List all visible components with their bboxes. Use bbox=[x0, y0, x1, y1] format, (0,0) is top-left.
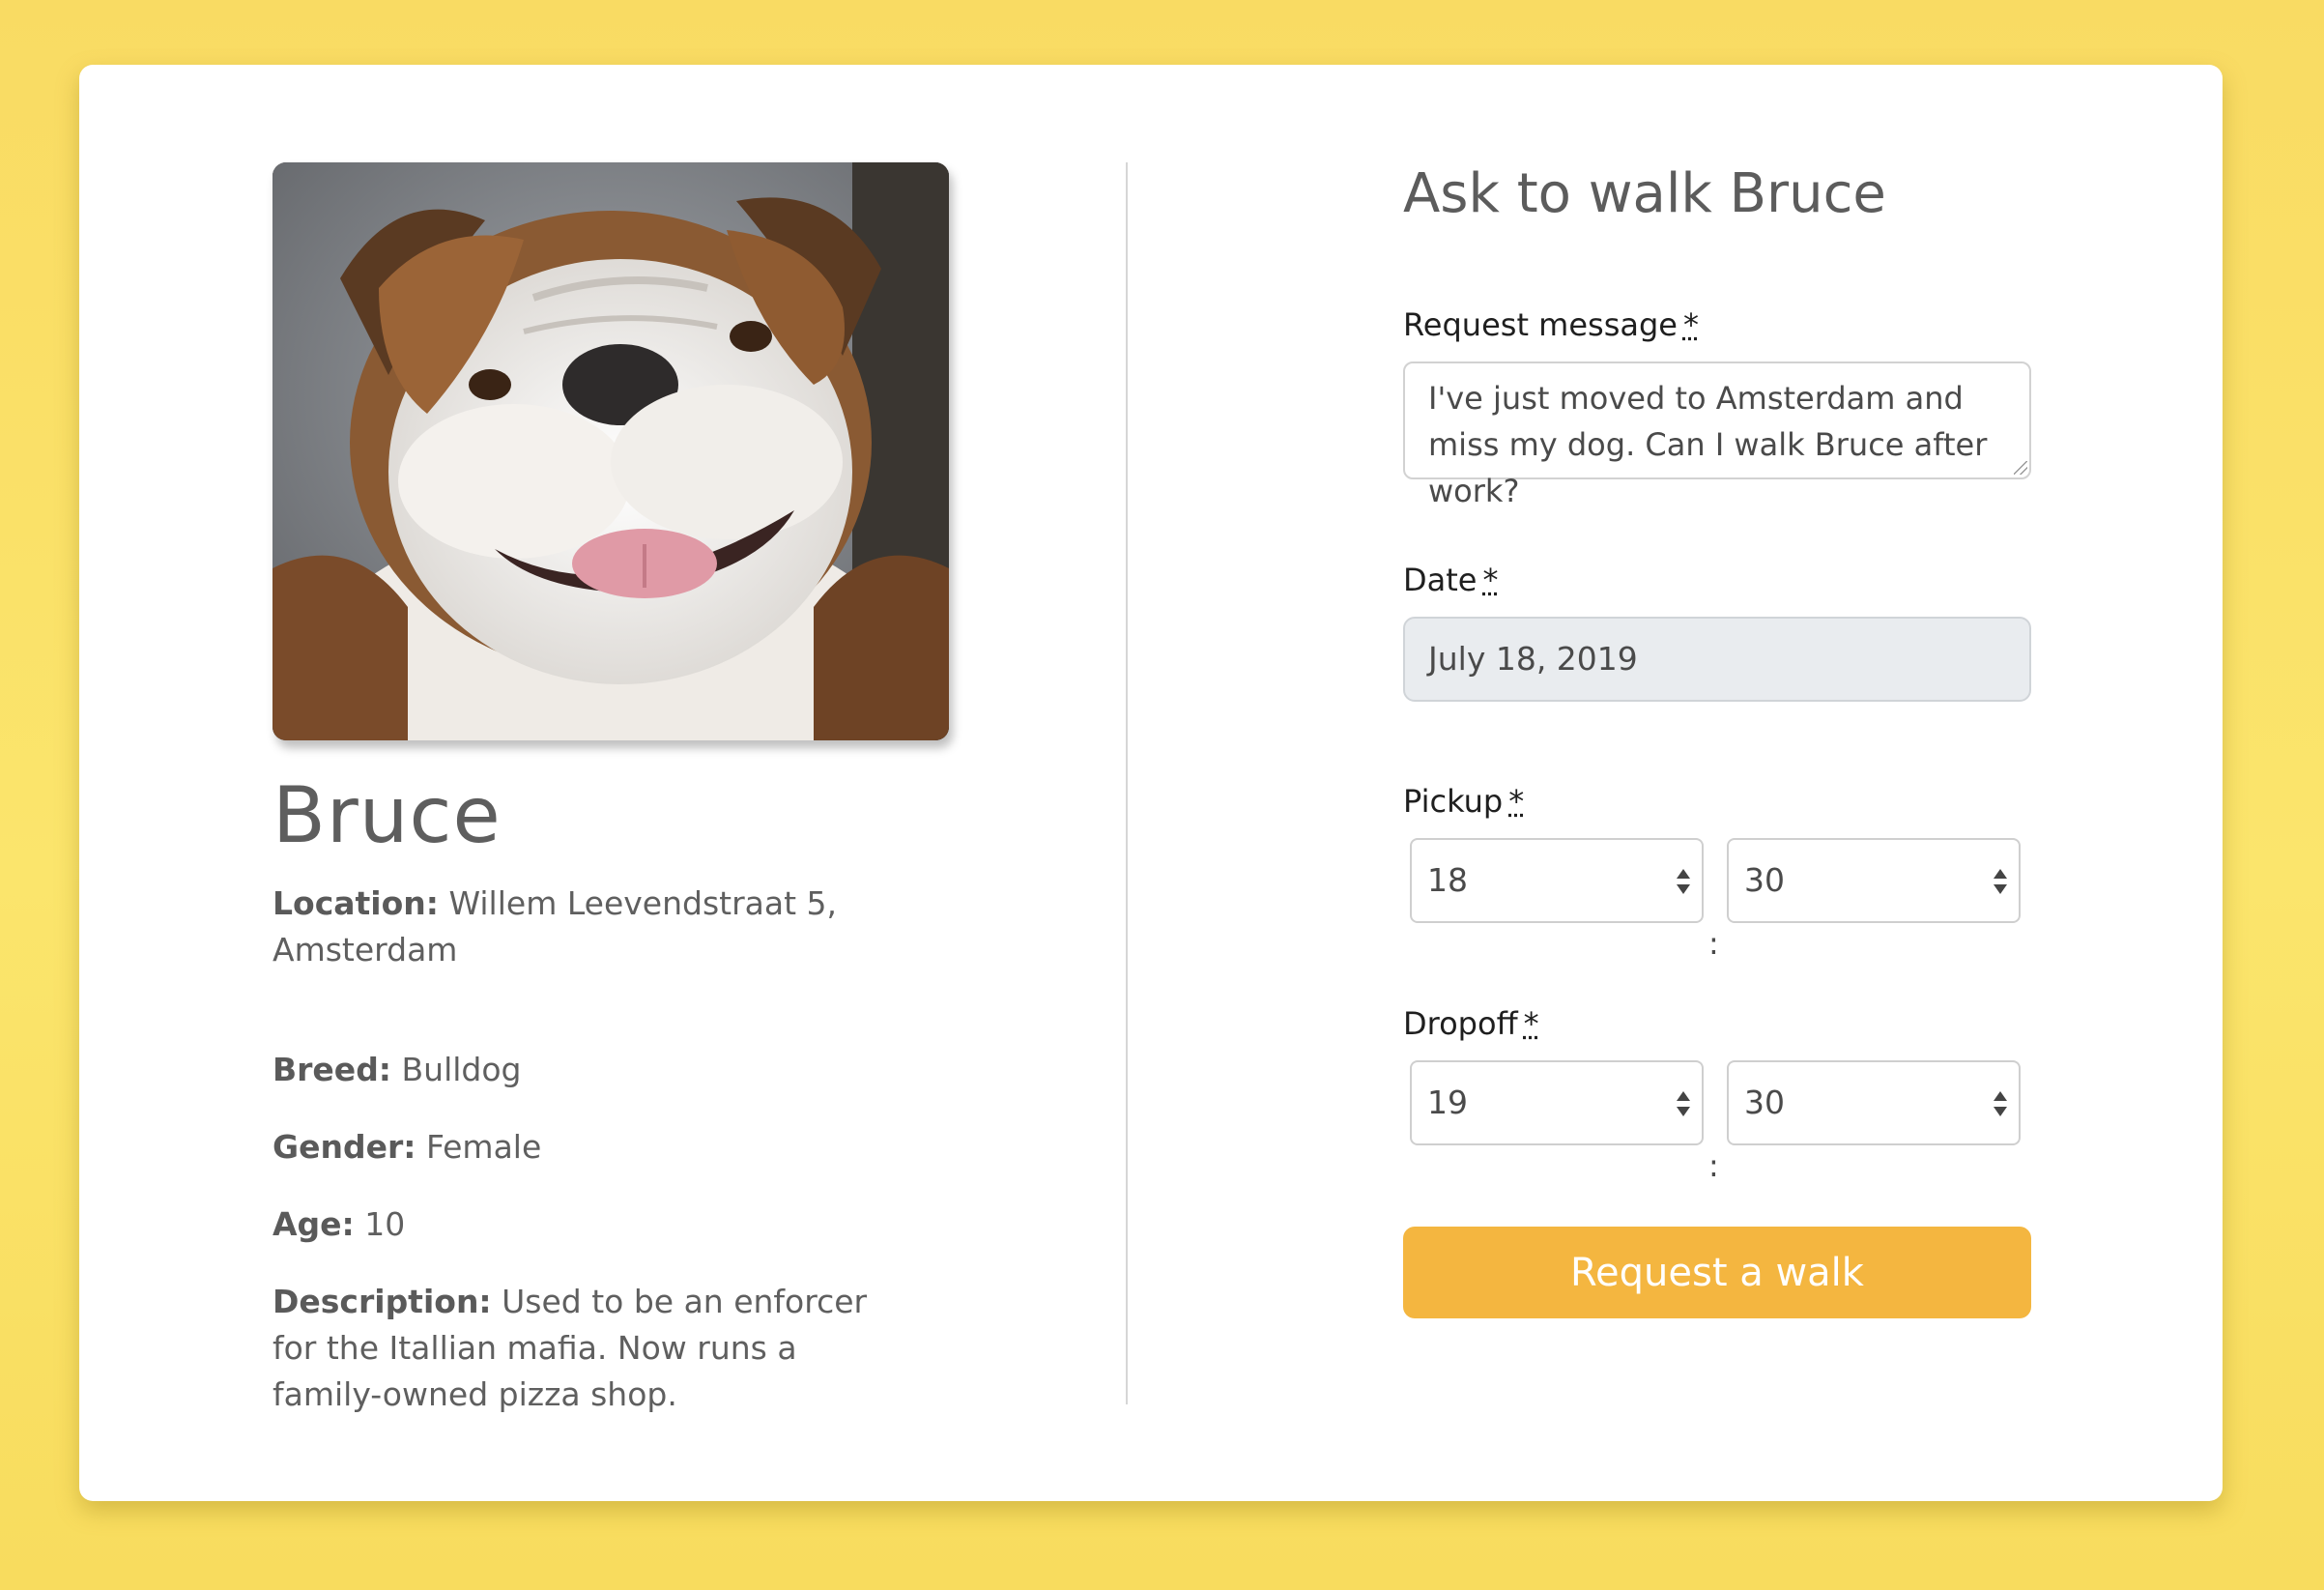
select-arrows-icon bbox=[1677, 869, 1690, 894]
pickup-label: Pickup * bbox=[1403, 783, 1524, 820]
dropoff-minute-select[interactable]: 30 bbox=[1727, 1060, 2021, 1145]
pickup-minute-select[interactable]: 30 bbox=[1727, 838, 2021, 923]
message-label-text: Request message bbox=[1403, 306, 1678, 343]
breed-value: Bulldog bbox=[401, 1051, 522, 1088]
gender-label: Gender: bbox=[273, 1128, 416, 1166]
walk-request-card: Bruce Location: Willem Leevendstraat 5, … bbox=[79, 65, 2223, 1501]
age-label: Age: bbox=[273, 1205, 355, 1243]
breed-label: Breed: bbox=[273, 1051, 392, 1088]
required-marker: * bbox=[1482, 562, 1499, 598]
time-separator: : bbox=[1708, 1147, 1719, 1184]
resize-handle-icon[interactable] bbox=[2014, 461, 2027, 475]
pickup-label-text: Pickup bbox=[1403, 783, 1504, 820]
column-divider bbox=[1126, 162, 1128, 1404]
form-title: Ask to walk Bruce bbox=[1403, 162, 1886, 225]
dropoff-hour-value: 19 bbox=[1427, 1084, 1468, 1121]
date-input[interactable]: July 18, 2019 bbox=[1403, 617, 2031, 702]
select-arrows-icon bbox=[1994, 1091, 2007, 1116]
pickup-hour-value: 18 bbox=[1427, 861, 1468, 899]
dropoff-minute-value: 30 bbox=[1744, 1084, 1785, 1121]
request-message-textarea[interactable]: I've just moved to Amsterdam and miss my… bbox=[1403, 361, 2031, 509]
location-label: Location: bbox=[273, 884, 439, 922]
gender-value: Female bbox=[425, 1128, 542, 1166]
dog-location: Location: Willem Leevendstraat 5, Amster… bbox=[273, 881, 891, 973]
dropoff-hour-select[interactable]: 19 bbox=[1410, 1060, 1704, 1145]
pickup-minute-value: 30 bbox=[1744, 861, 1785, 899]
dog-description: Description: Used to be an enforcer for … bbox=[273, 1279, 891, 1418]
dog-age: Age: 10 bbox=[273, 1201, 891, 1248]
request-walk-button[interactable]: Request a walk bbox=[1403, 1227, 2031, 1318]
required-marker: * bbox=[1508, 783, 1525, 820]
dog-photo bbox=[273, 162, 949, 740]
dropoff-label: Dropoff * bbox=[1403, 1005, 1539, 1042]
message-label: Request message * bbox=[1403, 306, 1699, 343]
dog-gender: Gender: Female bbox=[273, 1124, 891, 1171]
bulldog-image bbox=[273, 162, 949, 740]
dog-breed: Breed: Bulldog bbox=[273, 1047, 891, 1093]
date-label: Date * bbox=[1403, 562, 1498, 598]
select-arrows-icon bbox=[1994, 869, 2007, 894]
age-value: 10 bbox=[364, 1205, 406, 1243]
time-separator: : bbox=[1708, 925, 1719, 962]
required-marker: * bbox=[1523, 1005, 1539, 1042]
required-marker: * bbox=[1682, 306, 1699, 343]
dog-name: Bruce bbox=[273, 770, 502, 860]
select-arrows-icon bbox=[1677, 1091, 1690, 1116]
description-label: Description: bbox=[273, 1283, 492, 1320]
date-label-text: Date bbox=[1403, 562, 1478, 598]
dropoff-label-text: Dropoff bbox=[1403, 1005, 1518, 1042]
pickup-hour-select[interactable]: 18 bbox=[1410, 838, 1704, 923]
